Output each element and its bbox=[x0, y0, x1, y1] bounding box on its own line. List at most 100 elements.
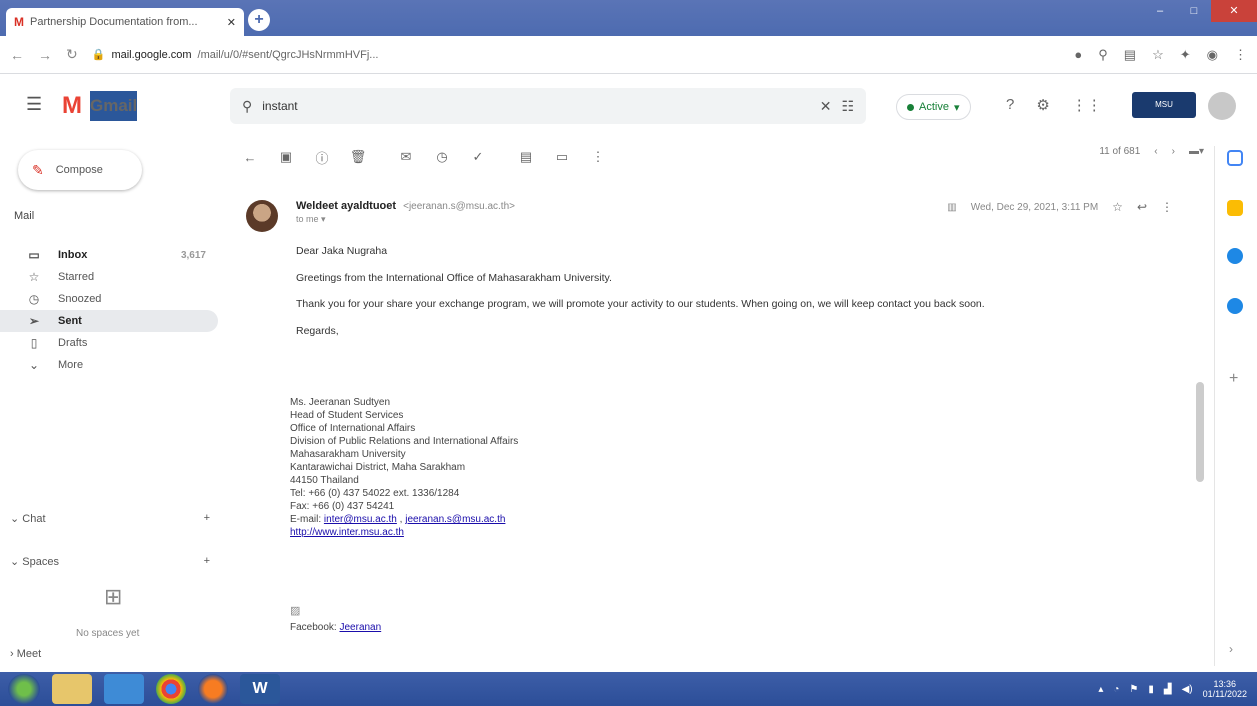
chat-section[interactable]: ⌄ Chat + bbox=[10, 512, 210, 525]
greeting: Dear Jaka Nugraha bbox=[296, 245, 388, 257]
sig-fax: Fax: +66 (0) 437 54241 bbox=[290, 501, 395, 512]
next-page-icon[interactable]: › bbox=[1172, 146, 1175, 157]
tray-signal-icon[interactable]: ▟ bbox=[1164, 684, 1172, 695]
sender-avatar[interactable] bbox=[246, 200, 278, 232]
expand-panel-icon[interactable]: › bbox=[1229, 642, 1245, 658]
add-chat-icon[interactable]: + bbox=[204, 512, 210, 525]
scrollbar-thumb[interactable] bbox=[1196, 382, 1204, 482]
star-message-icon[interactable]: ☆ bbox=[1112, 200, 1123, 214]
sig-email-link-2[interactable]: jeeranan.s@msu.ac.th bbox=[405, 514, 505, 525]
message-more-icon[interactable]: ⋮ bbox=[1161, 200, 1173, 214]
sig-name: Ms. Jeeranan Sudtyen bbox=[290, 397, 391, 408]
sidebar-item-more[interactable]: ⌄ More bbox=[0, 354, 218, 376]
meet-section[interactable]: › Meet bbox=[10, 648, 41, 660]
reply-icon[interactable]: ↩ bbox=[1137, 200, 1147, 214]
sidebar-item-label: Inbox bbox=[58, 249, 88, 261]
keep-icon[interactable] bbox=[1227, 200, 1243, 216]
chrome-icon[interactable] bbox=[156, 674, 186, 704]
report-spam-icon[interactable]: ⓘ bbox=[312, 148, 332, 167]
tasks-icon[interactable] bbox=[1227, 248, 1243, 264]
pager: 11 of 681 ‹ › ▬▾ bbox=[1099, 146, 1204, 157]
reader-icon[interactable]: ▤ bbox=[1124, 47, 1136, 63]
contacts-icon[interactable] bbox=[1227, 298, 1243, 314]
profile-icon[interactable]: ◉ bbox=[1207, 47, 1218, 63]
zoom-icon[interactable]: ⚲ bbox=[1098, 47, 1108, 63]
calendar-icon[interactable] bbox=[1227, 150, 1243, 166]
archive-icon[interactable]: ▣ bbox=[276, 149, 296, 165]
compose-button[interactable]: ✎ Compose bbox=[18, 150, 142, 190]
tray-volume-icon[interactable]: ◀) bbox=[1182, 684, 1193, 695]
sidebar-item-label: Drafts bbox=[58, 337, 88, 349]
input-tools-icon[interactable]: ▬▾ bbox=[1189, 146, 1204, 157]
tray-arrow-icon[interactable]: ▴ bbox=[1098, 684, 1103, 695]
more-options-icon[interactable]: ⋮ bbox=[588, 149, 608, 165]
spaces-section[interactable]: ⌄ Spaces + bbox=[10, 555, 210, 568]
tray-flag-icon[interactable]: ⚑ bbox=[1129, 684, 1138, 695]
gmail-logo[interactable]: M Gmail bbox=[62, 91, 138, 121]
add-space-icon[interactable]: + bbox=[204, 555, 210, 568]
sidebar-item-drafts[interactable]: ▯ Drafts bbox=[0, 332, 218, 354]
start-button-icon[interactable] bbox=[8, 674, 40, 704]
sender-name[interactable]: Weldeet ayaldtuoet bbox=[296, 200, 396, 212]
search-input[interactable] bbox=[262, 99, 810, 113]
forward-icon[interactable]: → bbox=[38, 47, 52, 63]
sidebar-item-snoozed[interactable]: ◷ Snoozed bbox=[0, 288, 218, 310]
browser-tab[interactable]: M Partnership Documentation from... ✕ bbox=[6, 8, 244, 36]
file-explorer-icon[interactable] bbox=[52, 674, 92, 704]
workspace-logo[interactable]: MSU bbox=[1132, 92, 1196, 118]
broken-image-icon: ▨ bbox=[290, 605, 301, 617]
label-icon[interactable]: ▭ bbox=[552, 149, 572, 165]
sidebar-item-inbox[interactable]: ▭ Inbox 3,617 bbox=[0, 244, 218, 266]
sig-office: Office of International Affairs bbox=[290, 423, 416, 434]
minimize-button[interactable]: – bbox=[1143, 0, 1177, 22]
search-icon[interactable]: ⚲ bbox=[242, 98, 252, 115]
tab-close-icon[interactable]: ✕ bbox=[227, 16, 236, 29]
mark-unread-icon[interactable]: ✉ bbox=[396, 149, 416, 165]
url-field[interactable]: 🔒 mail.google.com /mail/u/0/#sent/QgrcJH… bbox=[92, 48, 1061, 62]
media-player-icon[interactable] bbox=[104, 674, 144, 704]
tray-battery-icon[interactable]: ▮ bbox=[1148, 684, 1154, 695]
sig-title: Head of Student Services bbox=[290, 410, 404, 421]
word-icon[interactable]: W bbox=[240, 674, 280, 704]
send-icon: ➢ bbox=[28, 314, 40, 328]
settings-gear-icon[interactable]: ⚙ bbox=[1036, 96, 1049, 114]
sidebar-item-label: Starred bbox=[58, 271, 95, 283]
sidebar-item-starred[interactable]: ☆ Starred bbox=[0, 266, 218, 288]
menu-kebab-icon[interactable]: ⋮ bbox=[1234, 47, 1247, 63]
sig-university: Mahasarakham University bbox=[290, 449, 406, 460]
new-tab-button[interactable]: + bbox=[248, 9, 270, 31]
apps-grid-icon[interactable]: ⋮⋮ bbox=[1072, 96, 1102, 114]
add-addon-icon[interactable]: + bbox=[1229, 370, 1245, 387]
clear-search-icon[interactable]: ✕ bbox=[820, 98, 832, 115]
back-icon[interactable]: ← bbox=[10, 47, 24, 63]
recipient-line[interactable]: to me ▾ bbox=[296, 214, 326, 225]
maximize-button[interactable]: □ bbox=[1177, 0, 1211, 22]
reload-icon[interactable]: ↻ bbox=[66, 46, 78, 63]
status-dropdown[interactable]: Active ▾ bbox=[896, 94, 971, 120]
tray-network-icon[interactable]: ◔ bbox=[1113, 684, 1119, 695]
sidebar-item-sent[interactable]: ➢ Sent bbox=[0, 310, 218, 332]
location-icon[interactable]: ● bbox=[1074, 47, 1082, 63]
close-window-button[interactable]: ✕ bbox=[1211, 0, 1257, 22]
move-to-icon[interactable]: ▤ bbox=[516, 149, 536, 165]
facebook-link[interactable]: Jeeranan bbox=[339, 622, 381, 633]
account-avatar[interactable] bbox=[1208, 92, 1236, 120]
facebook-line: Facebook: Jeeranan bbox=[290, 622, 381, 633]
firefox-icon[interactable] bbox=[198, 674, 228, 704]
main-menu-icon[interactable]: ☰ bbox=[26, 94, 42, 115]
sig-country: 44150 Thailand bbox=[290, 475, 359, 486]
browser-titlebar: M Partnership Documentation from... ✕ + … bbox=[0, 0, 1257, 36]
search-options-icon[interactable]: ☷ bbox=[841, 98, 854, 115]
help-icon[interactable]: ? bbox=[1006, 96, 1014, 114]
extension-icon[interactable]: ✦ bbox=[1180, 47, 1191, 63]
snooze-icon[interactable]: ◷ bbox=[432, 149, 452, 165]
delete-icon[interactable]: 🗑 bbox=[348, 149, 368, 165]
back-arrow-icon[interactable]: ← bbox=[240, 150, 260, 165]
bookmark-star-icon[interactable]: ☆ bbox=[1152, 47, 1164, 63]
sig-website-link[interactable]: http://www.inter.msu.ac.th bbox=[290, 527, 404, 538]
meet-label: Meet bbox=[16, 648, 42, 660]
sig-email-link-1[interactable]: inter@msu.ac.th bbox=[324, 514, 397, 525]
clock[interactable]: 13:36 01/11/2022 bbox=[1203, 679, 1247, 700]
add-task-icon[interactable]: ✓ bbox=[468, 149, 488, 165]
prev-page-icon[interactable]: ‹ bbox=[1154, 146, 1157, 157]
